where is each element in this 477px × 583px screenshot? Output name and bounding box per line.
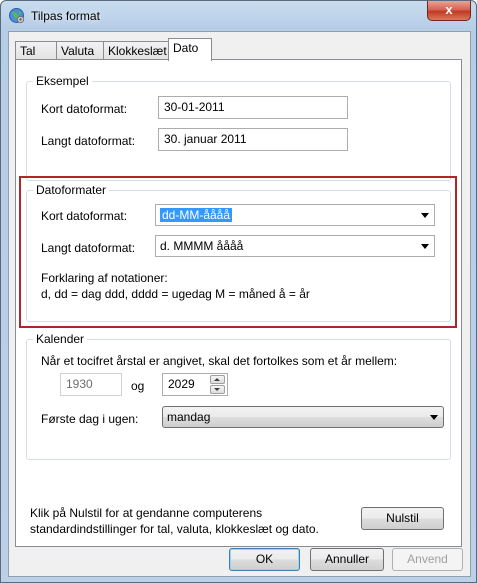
reset-text-line2: standardindstillinger for tal, valuta, k… <box>30 522 319 536</box>
apply-button[interactable]: Anvend <box>392 548 463 571</box>
reset-text-line1: Klik på Nulstil for at gendanne computer… <box>30 506 263 520</box>
spin-up-button[interactable] <box>210 375 225 384</box>
window-title: Tilpas format <box>31 9 100 23</box>
tab-panel-dato: Eksempel Kort datoformat: 30-01-2011 Lan… <box>15 59 462 547</box>
tab-klokkeslaet[interactable]: Klokkeslæt <box>103 41 169 59</box>
long-date-format-value: d. MMMM åååå <box>160 239 244 253</box>
year-to-spinner <box>210 374 226 395</box>
formats-group: Datoformater Kort datoformat: dd-MM-åååå… <box>26 183 451 322</box>
chevron-down-icon <box>421 244 429 249</box>
year-from-field: 1930 <box>60 373 122 396</box>
title-bar[interactable]: Tilpas format x <box>1 1 476 31</box>
globe-icon <box>9 8 25 24</box>
formats-legend: Datoformater <box>33 183 110 197</box>
dialog-window: Tilpas format x Tal Valuta Klokkeslæt Da… <box>0 0 477 583</box>
formats-long-label: Langt datoformat: <box>41 241 136 255</box>
tab-dato[interactable]: Dato <box>168 38 212 61</box>
tab-valuta[interactable]: Valuta <box>56 41 104 59</box>
notation-title: Forklaring af notationer: <box>41 271 168 285</box>
calendar-legend: Kalender <box>33 332 88 346</box>
ok-button[interactable]: OK <box>229 548 300 571</box>
arrow-down-icon <box>214 388 220 391</box>
example-group: Eksempel Kort datoformat: 30-01-2011 Lan… <box>26 74 451 181</box>
year-to-stepper[interactable]: 2029 <box>162 373 228 396</box>
notation-text: d, dd = dag ddd, dddd = ugedag M = måned… <box>41 287 310 301</box>
first-day-value: mandag <box>167 410 211 424</box>
short-date-format-value: dd-MM-åååå <box>160 208 233 222</box>
example-legend: Eksempel <box>33 74 92 88</box>
short-date-format-combo[interactable]: dd-MM-åååå <box>155 204 435 226</box>
two-digit-year-text: Når et tocifret årstal er angivet, skal … <box>41 354 398 368</box>
spin-down-button[interactable] <box>210 385 225 394</box>
tab-tal[interactable]: Tal <box>15 41 57 59</box>
close-icon: x <box>445 2 453 17</box>
formats-short-label: Kort datoformat: <box>41 209 128 223</box>
example-long-label: Langt datoformat: <box>41 134 136 148</box>
dialog-client-area: Tal Valuta Klokkeslæt Dato Eksempel Kort… <box>8 31 471 577</box>
example-short-field[interactable]: 30-01-2011 <box>158 96 348 119</box>
first-day-combo[interactable]: mandag <box>162 406 444 428</box>
reset-button[interactable]: Nulstil <box>361 507 444 530</box>
close-button[interactable]: x <box>427 1 471 21</box>
arrow-up-icon <box>214 378 220 381</box>
cancel-button[interactable]: Annuller <box>310 548 384 571</box>
chevron-down-icon <box>430 415 438 420</box>
first-day-label: Første dag i ugen: <box>41 412 139 426</box>
and-label: og <box>131 379 145 393</box>
long-date-format-combo[interactable]: d. MMMM åååå <box>155 235 435 257</box>
example-short-label: Kort datoformat: <box>41 102 128 116</box>
chevron-down-icon <box>421 213 429 218</box>
year-to-value: 2029 <box>168 377 195 391</box>
example-long-field[interactable]: 30. januar 2011 <box>158 128 348 151</box>
calendar-group: Kalender Når et tocifret årstal er angiv… <box>26 332 451 460</box>
